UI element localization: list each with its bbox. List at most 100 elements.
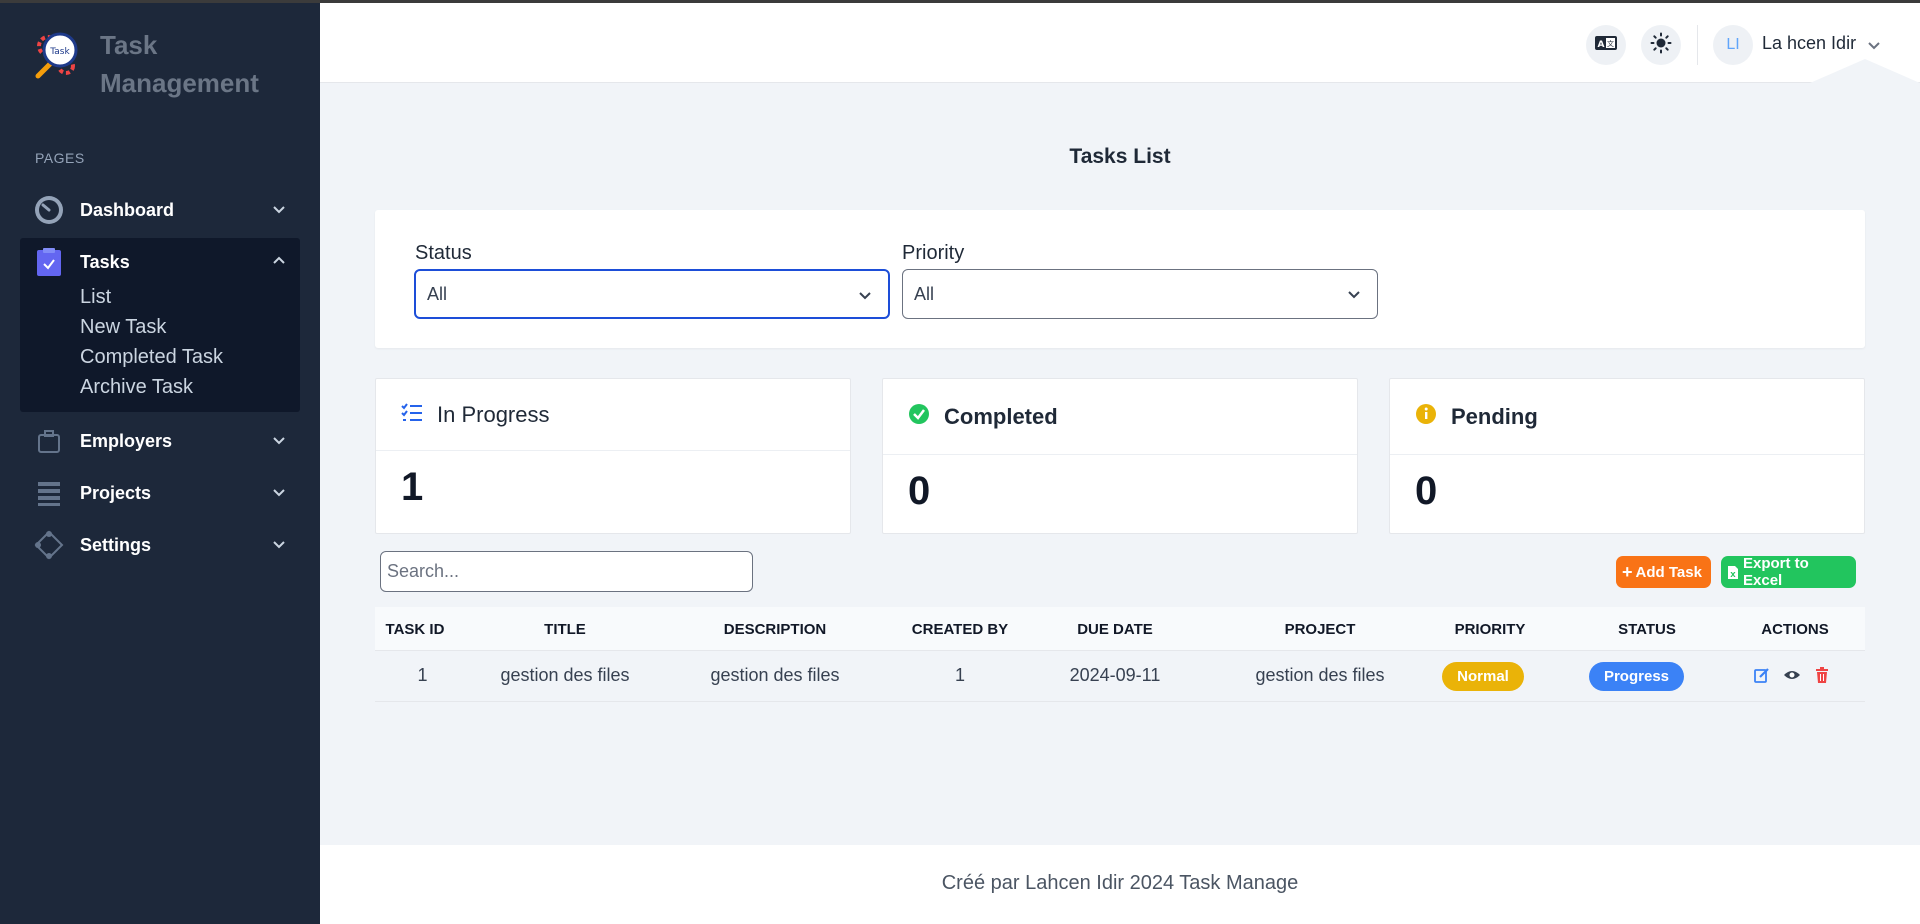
avatar[interactable]: LI [1713,25,1753,65]
column-header-priority: PRIORITY [1454,621,1526,638]
cell-description: gestion des files [710,665,840,685]
svg-text:A: A [1598,40,1605,50]
stat-value: 1 [401,465,424,509]
column-header-description: DESCRIPTION [723,621,827,638]
priority-select[interactable]: All [902,269,1378,319]
stat-value: 0 [908,469,931,513]
sidebar: Task Task Management PAGES Dashboard Tas… [0,0,320,924]
app-title-line2: Management [100,68,259,98]
svg-text:文: 文 [1607,39,1614,48]
status-select[interactable]: All [414,269,890,319]
list-check-icon [401,402,423,427]
column-header-title: TITLE [544,621,586,638]
row-actions [1753,666,1831,684]
chevron-down-icon [273,437,285,445]
column-header-status: STATUS [1618,621,1676,638]
add-task-label: Add Task [1635,563,1702,581]
brand[interactable]: Task Task Management [30,26,290,102]
sidebar-subitem-list[interactable]: List [80,286,111,309]
sun-icon [1650,32,1672,59]
settings-icon [34,530,64,560]
layers-icon [34,478,64,508]
search-input[interactable] [380,551,753,592]
cell-created-by: 1 [954,665,965,685]
footer: Créé par Lahcen Idir 2024 Task Manage [320,845,1920,924]
app-title: Task Management [100,26,290,102]
edit-icon[interactable] [1753,666,1771,684]
username[interactable]: La hcen Idir [1762,33,1856,54]
sidebar-subitem-completed-task[interactable]: Completed Task [80,346,223,369]
sidebar-item-settings[interactable]: Settings [20,521,300,569]
sidebar-item-label: Projects [80,482,152,503]
header-divider [1697,25,1698,65]
stat-card-header: Completed [883,379,1357,455]
translate-icon: A文 [1594,34,1618,57]
chevron-down-icon [273,489,285,497]
column-header-project: PROJECT [1284,621,1356,638]
sidebar-subitem-archive-task[interactable]: Archive Task [80,376,193,399]
dashboard-icon [34,195,64,225]
stat-card-completed: Completed 0 [882,378,1358,534]
priority-badge: Normal [1442,662,1524,691]
header-decoration [1810,59,1920,83]
column-header-task-id: TASK ID [385,621,445,638]
table-header-row: TASK ID TITLE DESCRIPTION CREATED BY DUE… [375,607,1865,651]
chevron-down-icon [1348,291,1360,299]
export-excel-label: Export to Excel [1743,555,1809,589]
check-circle-icon [908,403,930,430]
footer-text: Créé par Lahcen Idir 2024 Task Manage [941,872,1299,894]
filter-card: Status All Priority All [375,210,1865,348]
page-title: Tasks List [1069,145,1171,168]
stat-card-header: Pending [1390,379,1864,455]
sidebar-item-projects[interactable]: Projects [20,469,300,517]
stat-title: Pending [1451,403,1538,429]
sidebar-item-employers[interactable]: Employers [20,417,300,465]
stat-card-header: In Progress [376,379,850,451]
column-header-actions: ACTIONS [1761,621,1829,638]
info-circle-icon [1415,403,1437,430]
sidebar-item-label: Tasks [80,251,130,272]
app-title-line1: Task [100,30,158,60]
briefcase-icon [34,426,64,456]
translate-button[interactable]: A文 [1586,25,1626,65]
stat-value: 0 [1415,469,1438,513]
top-header: A文 LI La hcen Idir [320,3,1920,83]
stat-card-in-progress: In Progress 1 [375,378,851,534]
theme-toggle-button[interactable] [1641,25,1681,65]
priority-select-value: All [914,283,935,304]
cell-project: gestion des files [1255,665,1385,685]
table-row: 1 gestion des files gestion des files 1 … [375,651,1865,702]
add-task-button[interactable]: + Add Task [1616,556,1711,588]
cell-task-id: 1 [417,665,428,685]
delete-trash-icon[interactable] [1813,666,1831,684]
chevron-up-icon [273,256,285,264]
column-header-created-by: CREATED BY [911,621,1009,638]
sidebar-section-label: PAGES [35,150,85,166]
sidebar-item-label: Settings [80,534,152,555]
sidebar-item-label: Employers [80,430,173,451]
status-badge: Progress [1589,662,1684,691]
stat-card-pending: Pending 0 [1389,378,1865,534]
sidebar-item-dashboard[interactable]: Dashboard [20,186,300,234]
column-header-due-date: DUE DATE [1077,621,1153,638]
cell-due-date: 2024-09-11 [1069,665,1161,685]
sidebar-subitem-new-task[interactable]: New Task [80,316,166,339]
window-top-border [0,0,1920,3]
clipboard-check-icon [34,247,64,277]
chevron-down-icon [859,292,871,300]
view-eye-icon[interactable] [1783,666,1801,684]
app-logo-icon: Task [30,26,82,82]
chevron-down-icon[interactable] [1867,38,1881,52]
export-excel-button[interactable]: X Export to Excel [1721,555,1856,589]
plus-icon: + [1622,562,1633,582]
chevron-down-icon [273,206,285,214]
stat-title: Completed [944,403,1058,429]
chevron-down-icon [273,541,285,549]
sidebar-item-label: Dashboard [80,199,175,220]
sidebar-item-tasks[interactable]: Tasks [20,238,300,286]
priority-filter-label: Priority [902,242,965,264]
file-excel-icon: X [1727,565,1739,580]
svg-text:X: X [1730,571,1736,579]
stat-title: In Progress [437,401,550,427]
status-filter-label: Status [415,242,472,264]
